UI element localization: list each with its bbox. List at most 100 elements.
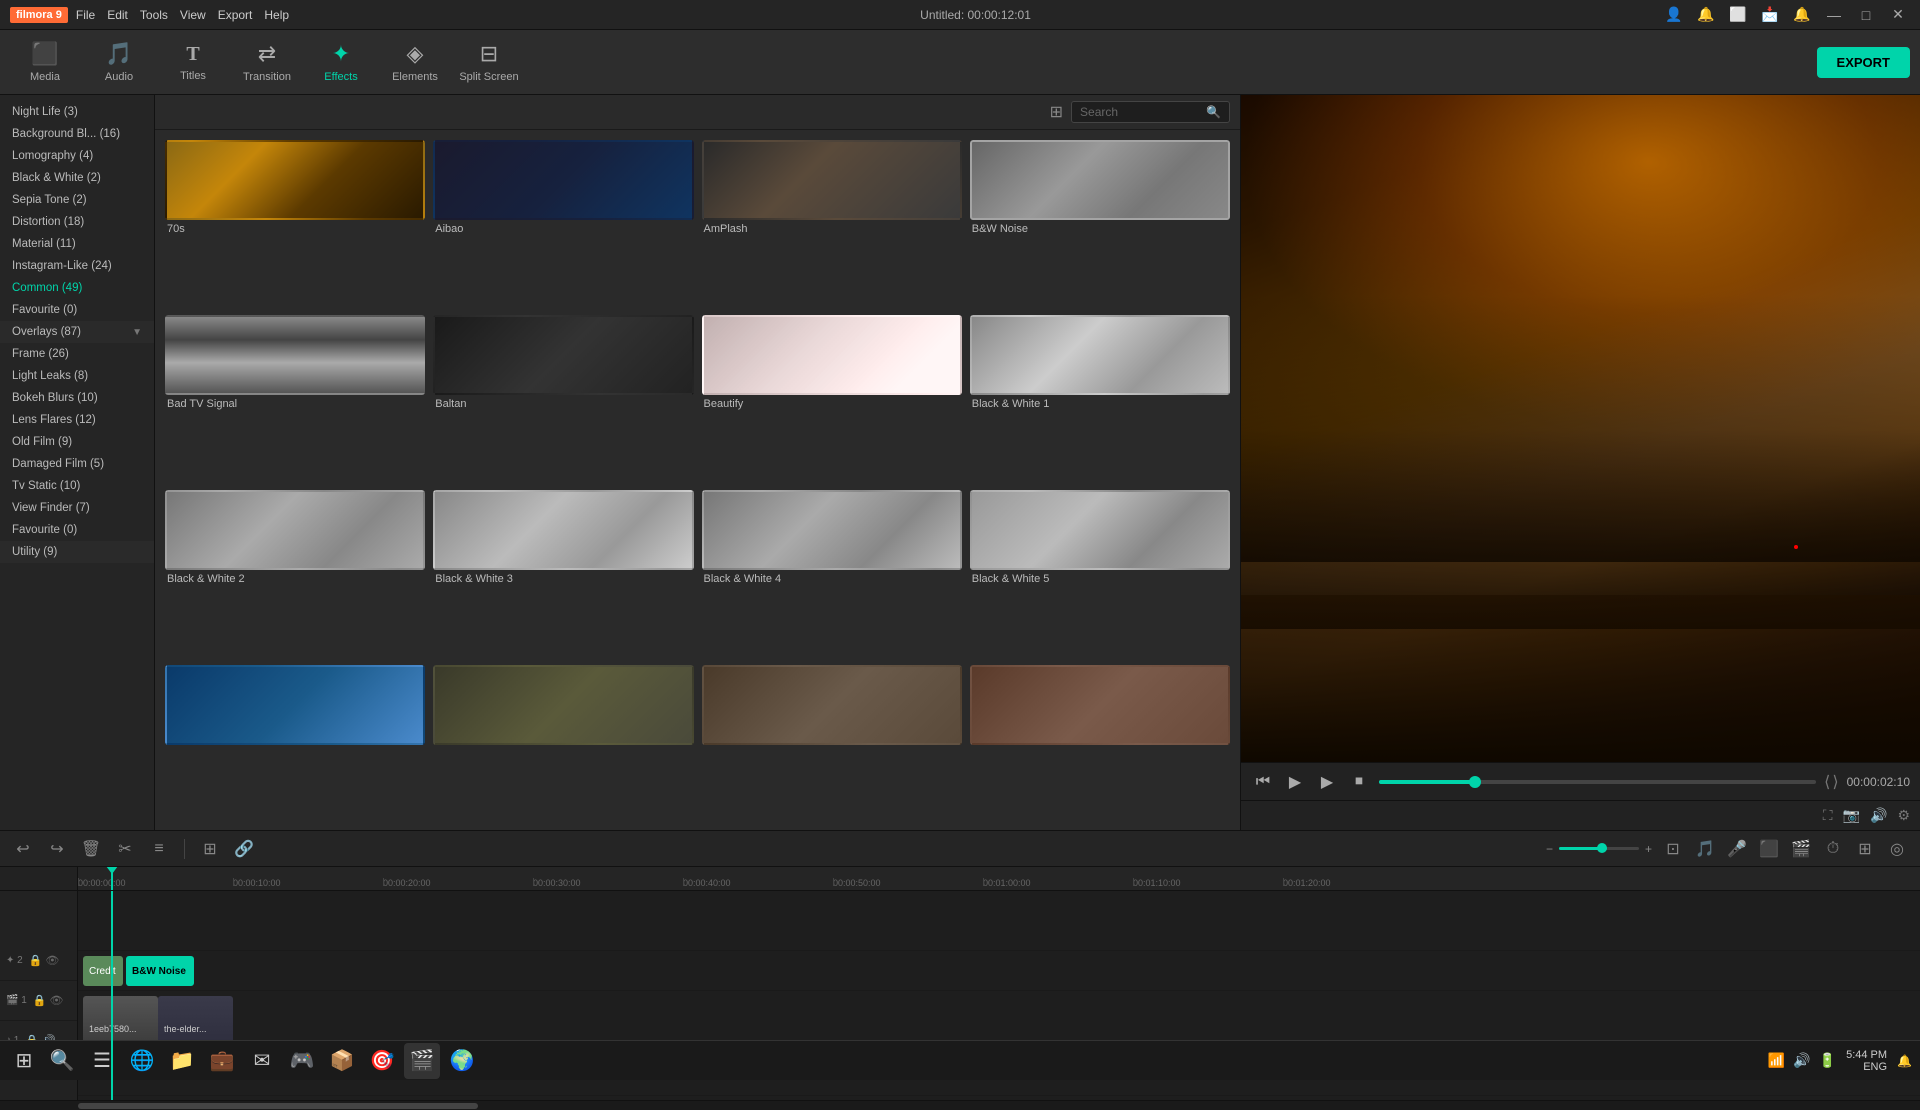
sound-icon[interactable]: 🔊 [1793, 1052, 1810, 1069]
sidebar-item-favourite-ov[interactable]: Favourite (0) [0, 519, 154, 541]
network-icon[interactable]: 📶 [1768, 1052, 1785, 1069]
tl-btn-6[interactable]: ⏱ [1820, 836, 1846, 862]
sidebar-item-common[interactable]: Common (49) [0, 277, 154, 299]
sidebar-item-damagedfilm[interactable]: Damaged Film (5) [0, 453, 154, 475]
taskbar-chrome[interactable]: 🌍 [444, 1043, 480, 1079]
taskbar-mail[interactable]: ✉ [244, 1043, 280, 1079]
effect-row4d[interactable] [970, 665, 1230, 820]
volume-icon[interactable]: 🔊 [1870, 807, 1887, 824]
sidebar-item-viewfinder[interactable]: View Finder (7) [0, 497, 154, 519]
taskbar-task-view[interactable]: ☰ [84, 1043, 120, 1079]
clip-credit[interactable]: Credit [83, 956, 123, 986]
toolbar-media[interactable]: ⬛ Media [10, 33, 80, 91]
zoom-handle[interactable] [1597, 843, 1607, 853]
undo-button[interactable]: ↩ [10, 836, 36, 862]
effect-bw1[interactable]: Black & White 1 [970, 315, 1230, 482]
sidebar-item-lensflares[interactable]: Lens Flares (12) [0, 409, 154, 431]
effect-bw3[interactable]: Black & White 3 [433, 490, 693, 657]
sidebar-section-utility[interactable]: Utility (9) [0, 541, 154, 563]
tl-btn-3[interactable]: 🎤 [1724, 836, 1750, 862]
taskbar-clock[interactable]: 5:44 PM ENG [1846, 1049, 1887, 1073]
tl-btn-8[interactable]: ◎ [1884, 836, 1910, 862]
ctrl-left-arrow[interactable]: ⟨ [1824, 772, 1830, 792]
taskbar-app3[interactable]: 🎯 [364, 1043, 400, 1079]
tl-btn-2[interactable]: 🎵 [1692, 836, 1718, 862]
play-alt-button[interactable]: ▶ [1315, 770, 1339, 794]
search-input[interactable] [1080, 105, 1200, 119]
grid-view-icon[interactable]: ⊞ [1050, 102, 1063, 122]
battery-icon[interactable]: 🔋 [1819, 1052, 1836, 1069]
toolbar-splitscreen[interactable]: ⊟ Split Screen [454, 33, 524, 91]
zoom-out-icon[interactable]: − [1546, 842, 1553, 856]
toolbar-elements[interactable]: ◈ Elements [380, 33, 450, 91]
clip-bwnoise[interactable]: B&W Noise [126, 956, 194, 986]
menu-tools[interactable]: Tools [140, 8, 168, 22]
fullscreen-icon[interactable]: ⛶ [1823, 807, 1833, 824]
cut-button[interactable]: ✂ [112, 836, 138, 862]
sidebar-item-instagram[interactable]: Instagram-Like (24) [0, 255, 154, 277]
sidebar-item-distortion[interactable]: Distortion (18) [0, 211, 154, 233]
track2-lock-icon[interactable]: 🔒 [29, 954, 43, 967]
sidebar-item-blackwhite[interactable]: Black & White (2) [0, 167, 154, 189]
effect-bw2[interactable]: Black & White 2 [165, 490, 425, 657]
effect-amplash[interactable]: AmPlash [702, 140, 962, 307]
menu-edit[interactable]: Edit [107, 8, 128, 22]
taskbar-search[interactable]: 🔍 [44, 1043, 80, 1079]
effect-row4c[interactable] [702, 665, 962, 820]
play-button[interactable]: ▶ [1283, 770, 1307, 794]
settings-icon[interactable]: ⚙ [1897, 807, 1910, 824]
effect-70s[interactable]: 70s [165, 140, 425, 307]
effect-bw4[interactable]: Black & White 4 [702, 490, 962, 657]
effect-beautify[interactable]: Beautify [702, 315, 962, 482]
sidebar-item-nightlife[interactable]: Night Life (3) [0, 101, 154, 123]
tl-btn-1[interactable]: ⊡ [1660, 836, 1686, 862]
ctrl-right-arrow[interactable]: ⟩ [1832, 772, 1838, 792]
track1-eye-icon[interactable]: 👁 [50, 994, 64, 1007]
start-button[interactable]: ⊞ [8, 1045, 40, 1077]
zoom-in-icon[interactable]: + [1645, 842, 1652, 856]
menu-export[interactable]: Export [218, 8, 253, 22]
delete-button[interactable]: 🗑 [78, 836, 104, 862]
export-button[interactable]: EXPORT [1817, 47, 1910, 78]
close-button[interactable]: ✕ [1886, 3, 1910, 27]
sidebar-item-material[interactable]: Material (11) [0, 233, 154, 255]
effect-bwnoise[interactable]: B&W Noise [970, 140, 1230, 307]
toolbar-transition[interactable]: ⇄ Transition [232, 33, 302, 91]
maximize-button[interactable]: □ [1854, 3, 1878, 27]
sidebar-item-tvstatic[interactable]: Tv Static (10) [0, 475, 154, 497]
taskbar-edge[interactable]: 🌐 [124, 1043, 160, 1079]
link-button[interactable]: 🔗 [231, 836, 257, 862]
toolbar-audio[interactable]: 🎵 Audio [84, 33, 154, 91]
effect-row4b[interactable] [433, 665, 693, 820]
step-back-button[interactable]: ⏮ [1251, 770, 1275, 794]
effect-baltan[interactable]: Baltan [433, 315, 693, 482]
tl-btn-7[interactable]: ⊞ [1852, 836, 1878, 862]
taskbar-app2[interactable]: 📦 [324, 1043, 360, 1079]
track2-eye-icon[interactable]: 👁 [45, 954, 59, 967]
sidebar-item-sepiatone[interactable]: Sepia Tone (2) [0, 189, 154, 211]
effect-badtv[interactable]: Bad TV Signal [165, 315, 425, 482]
sidebar-item-bokehblurs[interactable]: Bokeh Blurs (10) [0, 387, 154, 409]
minimize-button[interactable]: — [1822, 3, 1846, 27]
menu-file[interactable]: File [76, 8, 95, 22]
effect-aibao[interactable]: Aibao [433, 140, 693, 307]
track1-lock-icon[interactable]: 🔒 [33, 994, 47, 1007]
taskbar-app1[interactable]: 🎮 [284, 1043, 320, 1079]
sidebar-section-overlays[interactable]: Overlays (87) ▼ [0, 321, 154, 343]
menu-view[interactable]: View [180, 8, 206, 22]
progress-bar[interactable] [1379, 780, 1816, 784]
tl-btn-4[interactable]: ⬛ [1756, 836, 1782, 862]
stop-button[interactable]: ⏹ [1347, 770, 1371, 794]
toolbar-effects[interactable]: ✦ Effects [306, 33, 376, 91]
snap-button[interactable]: ⊞ [197, 836, 223, 862]
redo-button[interactable]: ↪ [44, 836, 70, 862]
timeline-ruler[interactable]: 00:00:00:00 00:00:10:00 00:00:20:00 00:0… [78, 867, 1920, 891]
notification-icon[interactable]: 🔔 [1897, 1054, 1912, 1068]
menu-help[interactable]: Help [264, 8, 289, 22]
taskbar-filmora[interactable]: 🎬 [404, 1043, 440, 1079]
sidebar-item-lightleaks[interactable]: Light Leaks (8) [0, 365, 154, 387]
sidebar-item-background[interactable]: Background Bl... (16) [0, 123, 154, 145]
camera-icon[interactable]: 📷 [1843, 807, 1860, 824]
effect-row4a[interactable] [165, 665, 425, 820]
toolbar-titles[interactable]: T Titles [158, 33, 228, 91]
